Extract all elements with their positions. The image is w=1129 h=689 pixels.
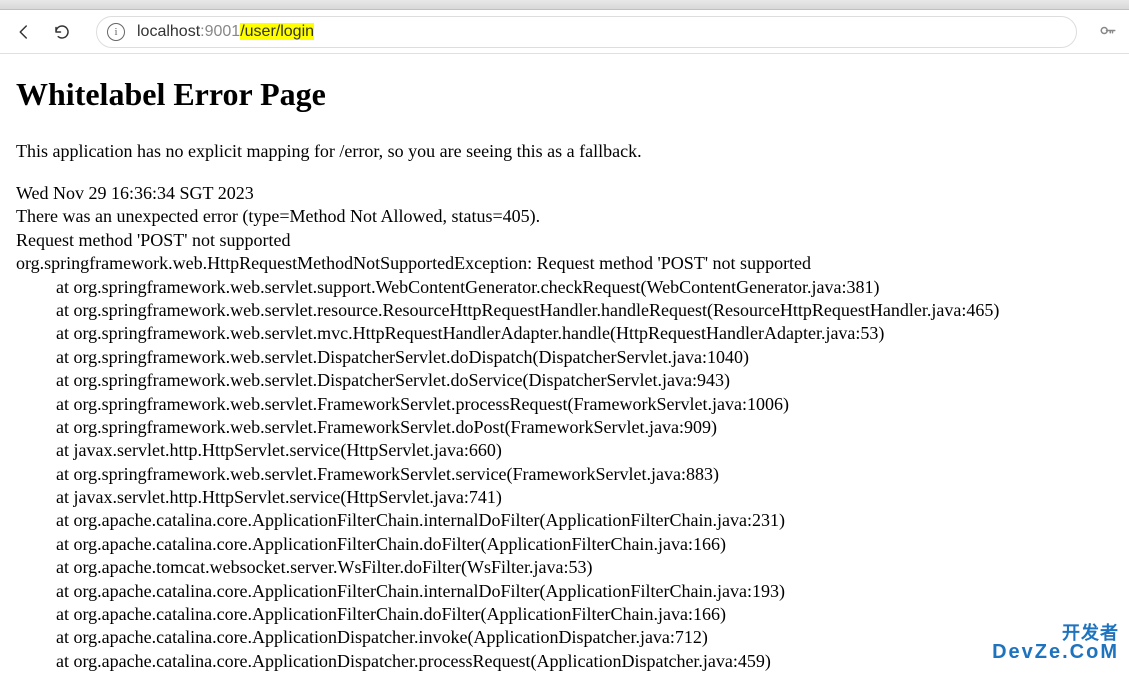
stack-trace-line: at org.springframework.web.servlet.Dispa… — [16, 346, 1113, 369]
stack-trace-line: at org.springframework.web.servlet.resou… — [16, 299, 1113, 322]
url-host: localhost — [137, 23, 200, 40]
stack-trace-line: at org.apache.catalina.core.ApplicationD… — [16, 626, 1113, 649]
watermark-line2: DevZe.CoM — [992, 642, 1119, 662]
back-button[interactable] — [10, 18, 38, 46]
stack-trace-line: at org.apache.catalina.core.ApplicationF… — [16, 603, 1113, 626]
password-key-icon[interactable] — [1097, 21, 1119, 43]
reload-icon — [53, 23, 71, 41]
address-bar[interactable]: i localhost:9001/user/login — [96, 16, 1077, 48]
url-port: :9001 — [200, 23, 240, 40]
stack-trace-line: at javax.servlet.http.HttpServlet.servic… — [16, 486, 1113, 509]
stack-trace-line: at org.apache.catalina.core.ApplicationF… — [16, 509, 1113, 532]
stack-trace-line: at org.apache.catalina.core.ApplicationF… — [16, 580, 1113, 603]
error-exception: org.springframework.web.HttpRequestMetho… — [16, 252, 1113, 275]
stack-trace-line: at javax.servlet.http.HttpServlet.servic… — [16, 439, 1113, 462]
page-title: Whitelabel Error Page — [16, 76, 1113, 113]
error-message: Request method 'POST' not supported — [16, 229, 1113, 252]
stack-trace-line: at org.apache.catalina.core.ApplicationF… — [16, 533, 1113, 556]
error-timestamp: Wed Nov 29 16:36:34 SGT 2023 — [16, 182, 1113, 205]
stack-trace-line: at org.springframework.web.servlet.Frame… — [16, 416, 1113, 439]
browser-toolbar: i localhost:9001/user/login — [0, 10, 1129, 54]
site-info-icon[interactable]: i — [107, 23, 125, 41]
tab-bar — [0, 0, 1129, 10]
reload-button[interactable] — [48, 18, 76, 46]
watermark-line1: 开发者 — [992, 624, 1119, 642]
error-summary: There was an unexpected error (type=Meth… — [16, 205, 1113, 228]
stack-trace-line: at org.springframework.web.servlet.mvc.H… — [16, 322, 1113, 345]
fallback-message: This application has no explicit mapping… — [16, 141, 1113, 162]
stack-trace-line: at org.springframework.web.servlet.suppo… — [16, 276, 1113, 299]
stack-trace: at org.springframework.web.servlet.suppo… — [16, 276, 1113, 674]
stack-trace-line: at org.apache.tomcat.websocket.server.Ws… — [16, 556, 1113, 579]
stack-trace-line: at org.springframework.web.servlet.Dispa… — [16, 369, 1113, 392]
watermark: 开发者 DevZe.CoM — [992, 624, 1119, 662]
stack-trace-line: at org.springframework.web.servlet.Frame… — [16, 393, 1113, 416]
stack-trace-line: at org.springframework.web.servlet.Frame… — [16, 463, 1113, 486]
stack-trace-line: at org.apache.catalina.core.ApplicationD… — [16, 650, 1113, 673]
page-content: Whitelabel Error Page This application h… — [0, 54, 1129, 689]
url-text: localhost:9001/user/login — [137, 23, 1066, 41]
url-path: /user/login — [240, 23, 314, 40]
arrow-left-icon — [15, 23, 33, 41]
